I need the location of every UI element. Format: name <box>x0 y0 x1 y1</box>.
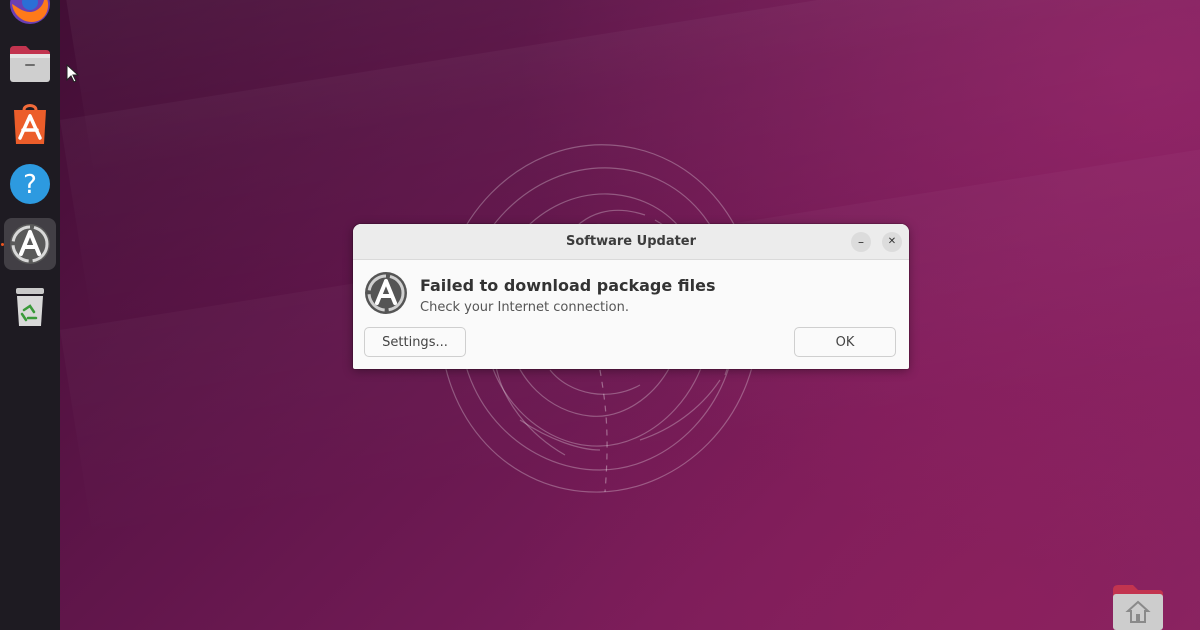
software-updater-dialog: Software Updater – ✕ Failed to download … <box>353 224 909 369</box>
close-button[interactable]: ✕ <box>882 232 902 252</box>
settings-button[interactable]: Settings... <box>364 327 466 357</box>
desktop: ? Software Updater – ✕ Failed to downloa… <box>0 0 1200 630</box>
dock-item-trash[interactable] <box>4 280 56 332</box>
trash-icon <box>16 288 44 326</box>
minimize-icon: – <box>858 235 864 249</box>
dialog-titlebar[interactable]: Software Updater – ✕ <box>353 224 909 260</box>
dock-item-app-center[interactable] <box>4 98 56 150</box>
minimize-button[interactable]: – <box>851 232 871 252</box>
close-icon: ✕ <box>887 236 897 247</box>
dock-item-files[interactable] <box>4 38 56 90</box>
app-center-icon <box>14 104 46 144</box>
files-icon <box>10 46 50 82</box>
dialog-title: Software Updater <box>565 234 697 249</box>
software-updater-icon <box>365 272 407 314</box>
home-folder-icon[interactable] <box>1111 582 1165 630</box>
dock-item-help[interactable]: ? <box>4 158 56 210</box>
dock-item-firefox[interactable] <box>4 0 56 30</box>
dock: ? <box>0 0 60 630</box>
firefox-icon <box>10 0 50 24</box>
running-indicator <box>1 243 4 246</box>
mouse-cursor-icon <box>66 64 80 83</box>
error-heading: Failed to download package files <box>420 276 716 295</box>
dock-item-software-updater[interactable] <box>4 218 56 270</box>
help-glyph: ? <box>23 170 37 200</box>
error-message: Check your Internet connection. <box>420 300 629 315</box>
help-icon: ? <box>10 164 50 204</box>
ok-button[interactable]: OK <box>794 327 896 357</box>
software-updater-icon <box>10 224 50 264</box>
